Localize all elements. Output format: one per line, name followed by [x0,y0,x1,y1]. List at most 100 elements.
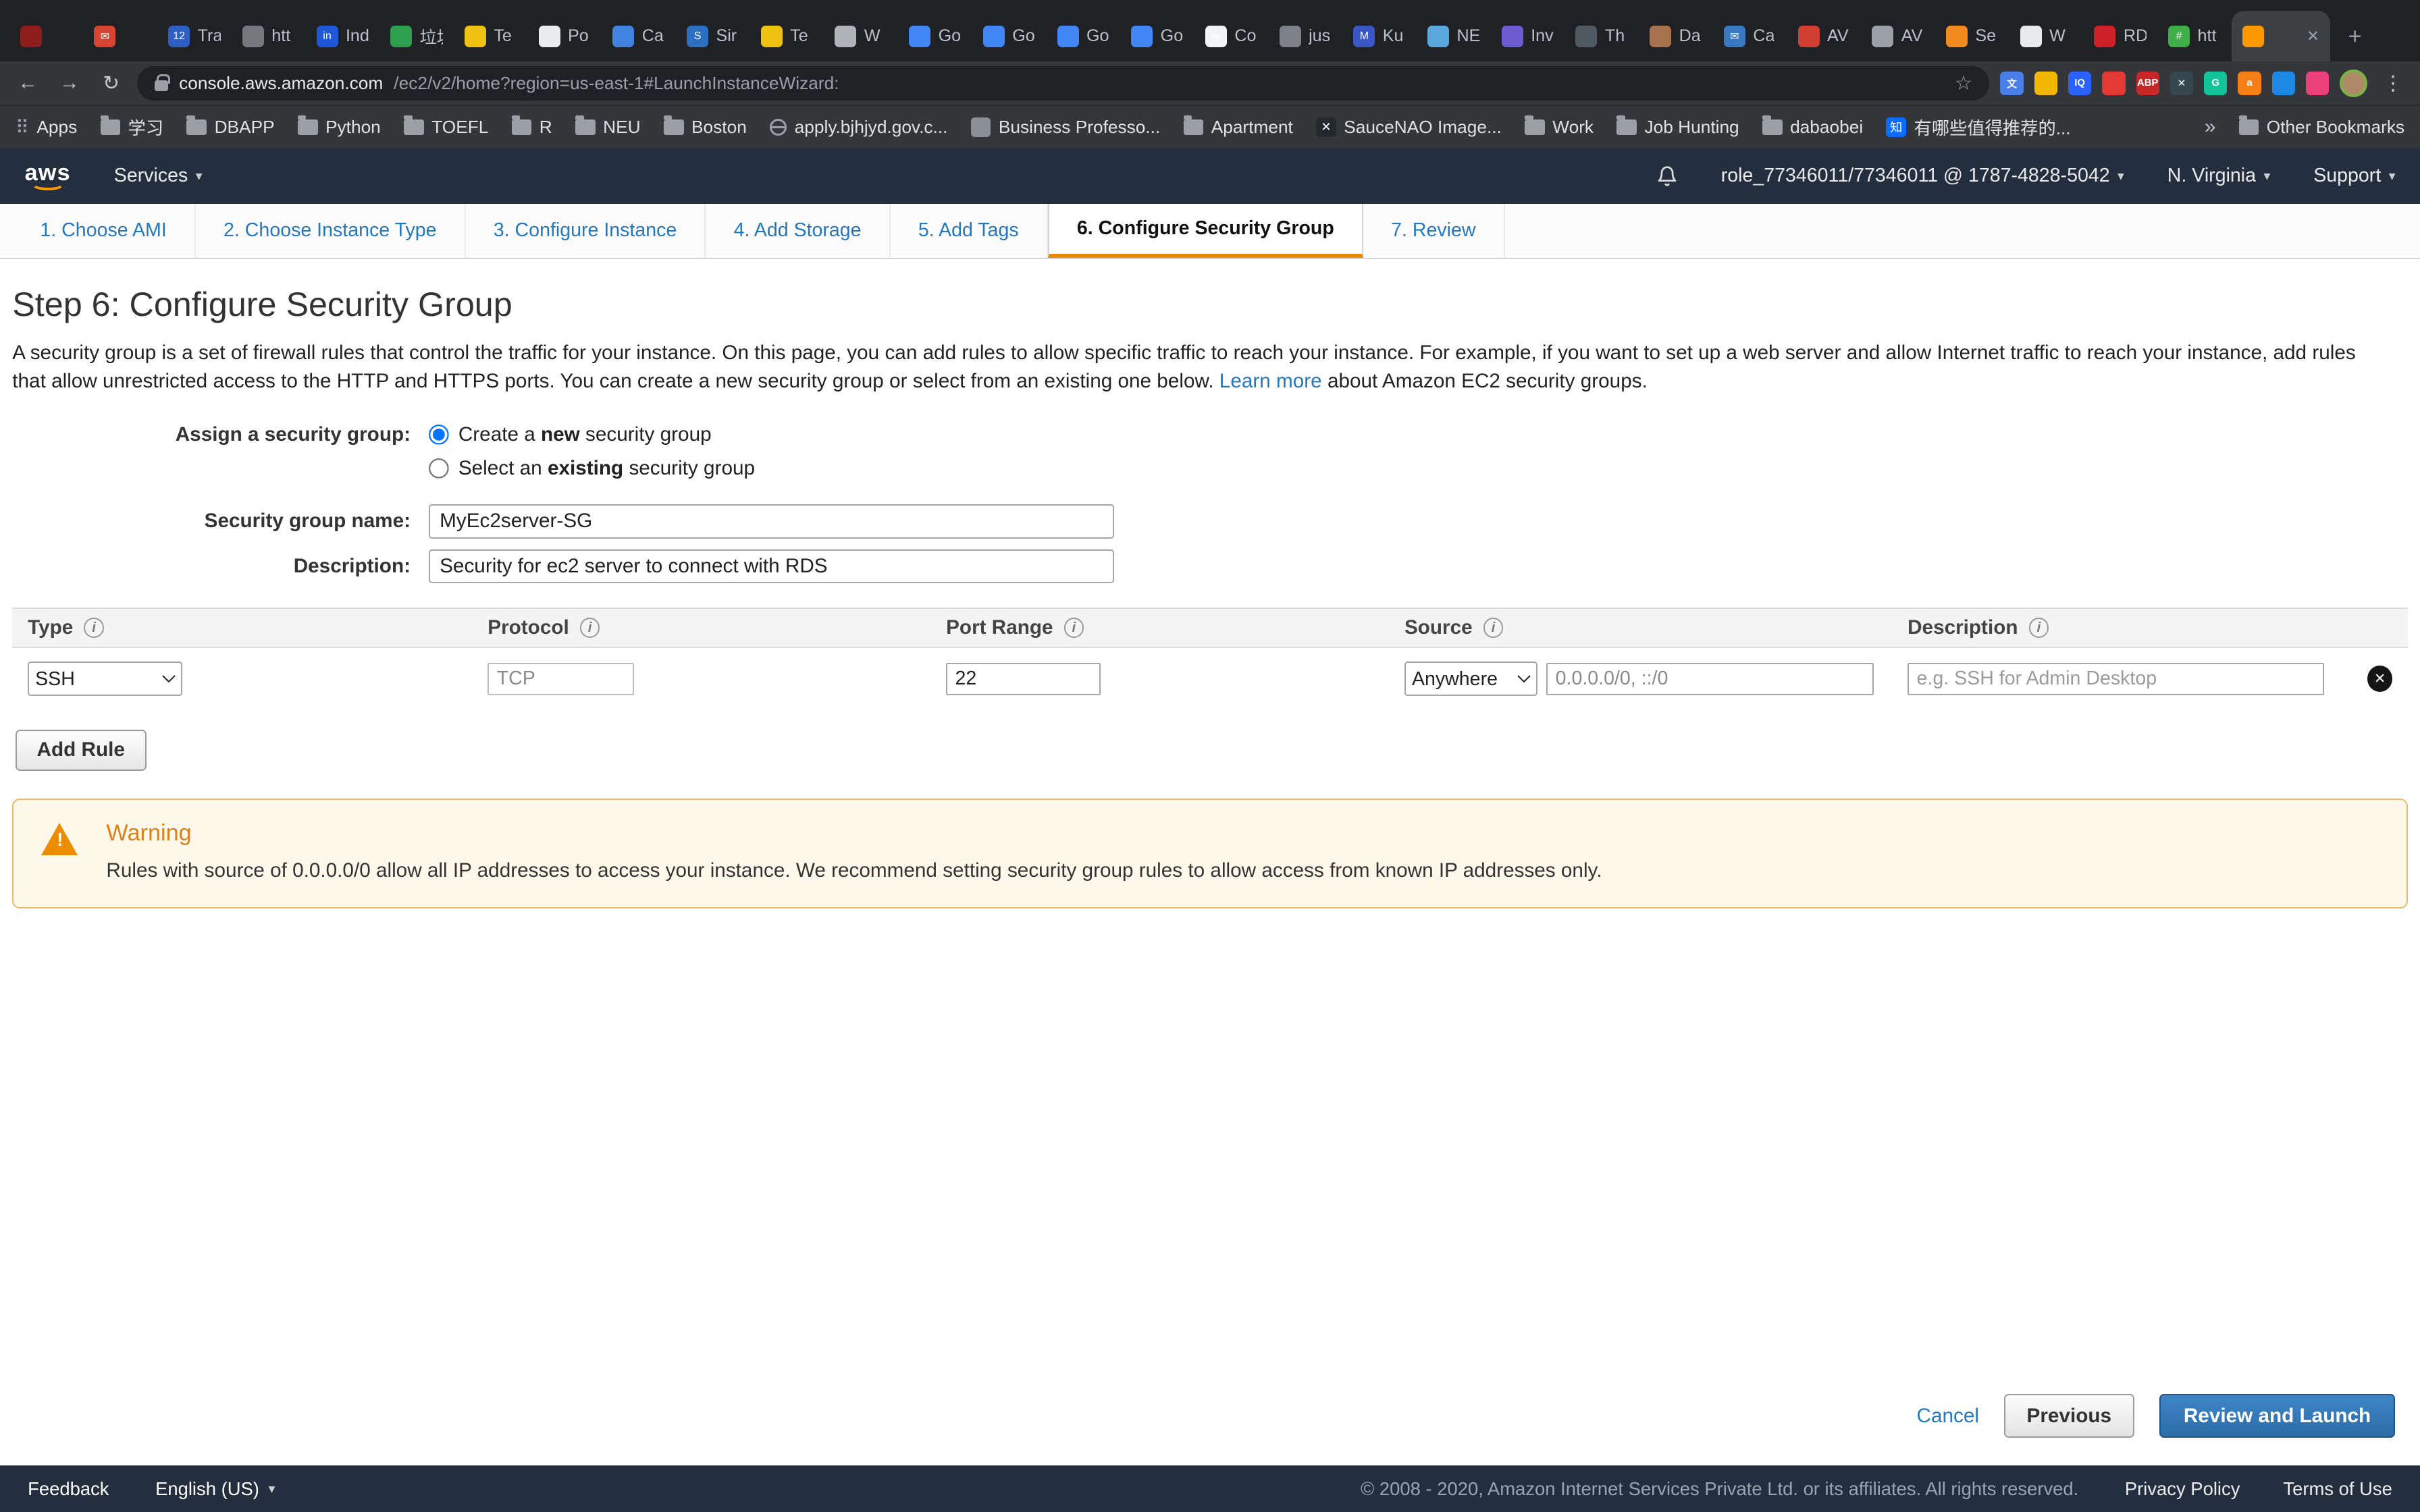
reload-button[interactable]: ↻ [96,72,127,95]
browser-tab[interactable]: W [2009,11,2084,61]
radio-create-new-input[interactable] [429,425,449,445]
browser-tab[interactable]: Go [972,11,1047,61]
capture-extension-icon[interactable] [2034,72,2057,94]
browser-tab[interactable]: htt [232,11,306,61]
learn-more-link[interactable]: Learn more [1219,370,1322,392]
active-tab[interactable]: ✕ [2232,11,2330,61]
browser-tab[interactable]: #htt [2157,11,2232,61]
bookmark-item[interactable]: 学习 [101,114,164,140]
services-menu[interactable]: Services ▾ [114,165,203,187]
radio-select-existing-input[interactable] [429,458,449,479]
new-tab-button[interactable]: + [2336,18,2373,55]
browser-tab[interactable]: ✉Ca [1713,11,1787,61]
terms-of-use-link[interactable]: Terms of Use [2283,1478,2392,1500]
translate-extension-icon[interactable]: 文 [2000,72,2023,94]
browser-tab[interactable]: Po [528,11,602,61]
bookmark-item[interactable]: Work [1525,117,1594,138]
bookmark-item[interactable]: ⠿Apps [16,117,77,138]
wizard-step[interactable]: 5. Add Tags [891,204,1048,258]
back-button[interactable]: ← [12,72,43,94]
privacy-policy-link[interactable]: Privacy Policy [2125,1478,2240,1500]
browser-tab[interactable]: Th [1564,11,1639,61]
grammarly-extension-icon[interactable]: G [2204,72,2227,94]
port-range-input[interactable] [946,663,1101,695]
wizard-step[interactable]: 3. Configure Instance [466,204,706,258]
bookmark-item[interactable]: 知有哪些值得推荐的... [1886,114,2070,140]
browser-tab[interactable]: AV [1861,11,1935,61]
wizard-step[interactable]: 2. Choose Instance Type [196,204,466,258]
support-menu[interactable]: Support ▾ [2313,165,2395,187]
browser-tab[interactable]: SSir [676,11,750,61]
browser-tab[interactable]: RD [2083,11,2157,61]
bookmark-item[interactable]: dabaobei [1762,117,1863,138]
browser-tab[interactable] [9,11,84,61]
browser-tab[interactable]: W [824,11,898,61]
rule-description-input[interactable] [1908,663,2324,695]
aws-logo[interactable]: aws [25,161,71,190]
abp-extension-icon[interactable]: ABP [2136,72,2159,94]
browser-tab[interactable]: inInd [306,11,380,61]
browser-tab[interactable]: Go [1120,11,1194,61]
account-menu[interactable]: role_77346011/77346011 @ 1787-4828-5042 … [1721,165,2124,187]
profile-avatar[interactable] [2340,70,2367,97]
add-rule-button[interactable]: Add Rule [16,730,147,771]
browser-menu-icon[interactable]: ⋮ [2378,72,2407,95]
security-group-description-input[interactable] [429,549,1114,583]
source-input[interactable] [1546,663,1874,695]
info-icon[interactable]: i [1483,618,1504,638]
region-menu[interactable]: N. Virginia ▾ [2167,165,2270,187]
wizard-step[interactable]: 4. Add Storage [706,204,890,258]
type-select[interactable]: SSH [28,662,182,695]
bookmarks-overflow-icon[interactable]: » [2205,115,2216,138]
info-icon[interactable]: i [84,618,104,638]
blue-tool-extension-icon[interactable] [2272,72,2295,94]
cancel-link[interactable]: Cancel [1917,1405,1979,1428]
browser-tab[interactable]: wCo [1194,11,1269,61]
bookmark-star-icon[interactable]: ☆ [1955,72,1973,95]
highlight-extension-icon[interactable]: a [2238,72,2261,94]
wizard-step[interactable]: 7. Review [1363,204,1505,258]
browser-tab[interactable]: Go [898,11,972,61]
wizard-step[interactable]: 1. Choose AMI [12,204,196,258]
security-group-name-input[interactable] [429,504,1114,538]
browser-tab[interactable]: ✉ [83,11,157,61]
radio-create-new[interactable]: Create a new security group [429,423,711,446]
address-bar[interactable]: console.aws.amazon.com/ec2/v2/home?regio… [137,66,1989,100]
bookmark-item[interactable]: ✕SauceNAO Image... [1316,117,1502,138]
pink-tool-extension-icon[interactable] [2306,72,2329,94]
bookmark-item[interactable]: Apartment [1184,117,1293,138]
language-selector[interactable]: English (US) ▾ [155,1478,275,1500]
bookmark-item[interactable]: R [512,117,552,138]
iq-extension-icon[interactable]: IQ [2068,72,2091,94]
browser-tab[interactable]: Ca [602,11,676,61]
browser-tab[interactable]: jus [1269,11,1343,61]
bookmark-item[interactable]: Boston [664,117,747,138]
bookmark-item[interactable]: Business Professo... [971,117,1161,138]
feedback-link[interactable]: Feedback [28,1478,109,1500]
browser-tab[interactable]: MKu [1342,11,1417,61]
bookmark-item[interactable]: Python [298,117,381,138]
browser-tab[interactable]: AV [1787,11,1862,61]
browser-tab[interactable]: 垃圾 [379,11,454,61]
info-icon[interactable]: i [580,618,600,638]
source-select[interactable]: Anywhere [1404,662,1537,695]
info-icon[interactable]: i [2029,618,2049,638]
forward-button[interactable]: → [54,72,85,94]
browser-tab[interactable]: Inv [1491,11,1565,61]
wizard-step[interactable]: 6. Configure Security Group [1048,204,1363,258]
red-dot-extension-icon[interactable] [2102,72,2125,94]
review-and-launch-button[interactable]: Review and Launch [2159,1394,2396,1438]
browser-tab[interactable]: Da [1639,11,1713,61]
browser-tab[interactable]: 12Tra [157,11,232,61]
bookmark-item[interactable]: TOEFL [404,117,488,138]
browser-tab[interactable]: Go [1047,11,1121,61]
delete-rule-icon[interactable]: ✕ [2367,666,2392,692]
previous-button[interactable]: Previous [2004,1394,2134,1438]
tab-close-icon[interactable]: ✕ [2307,27,2319,45]
notifications-bell-icon[interactable] [1656,165,1678,187]
browser-tab[interactable]: Te [750,11,824,61]
browser-tab[interactable]: Se [1935,11,2009,61]
bookmark-item[interactable]: NEU [575,117,641,138]
bookmark-item[interactable]: Job Hunting [1616,117,1739,138]
info-icon[interactable]: i [1064,618,1084,638]
